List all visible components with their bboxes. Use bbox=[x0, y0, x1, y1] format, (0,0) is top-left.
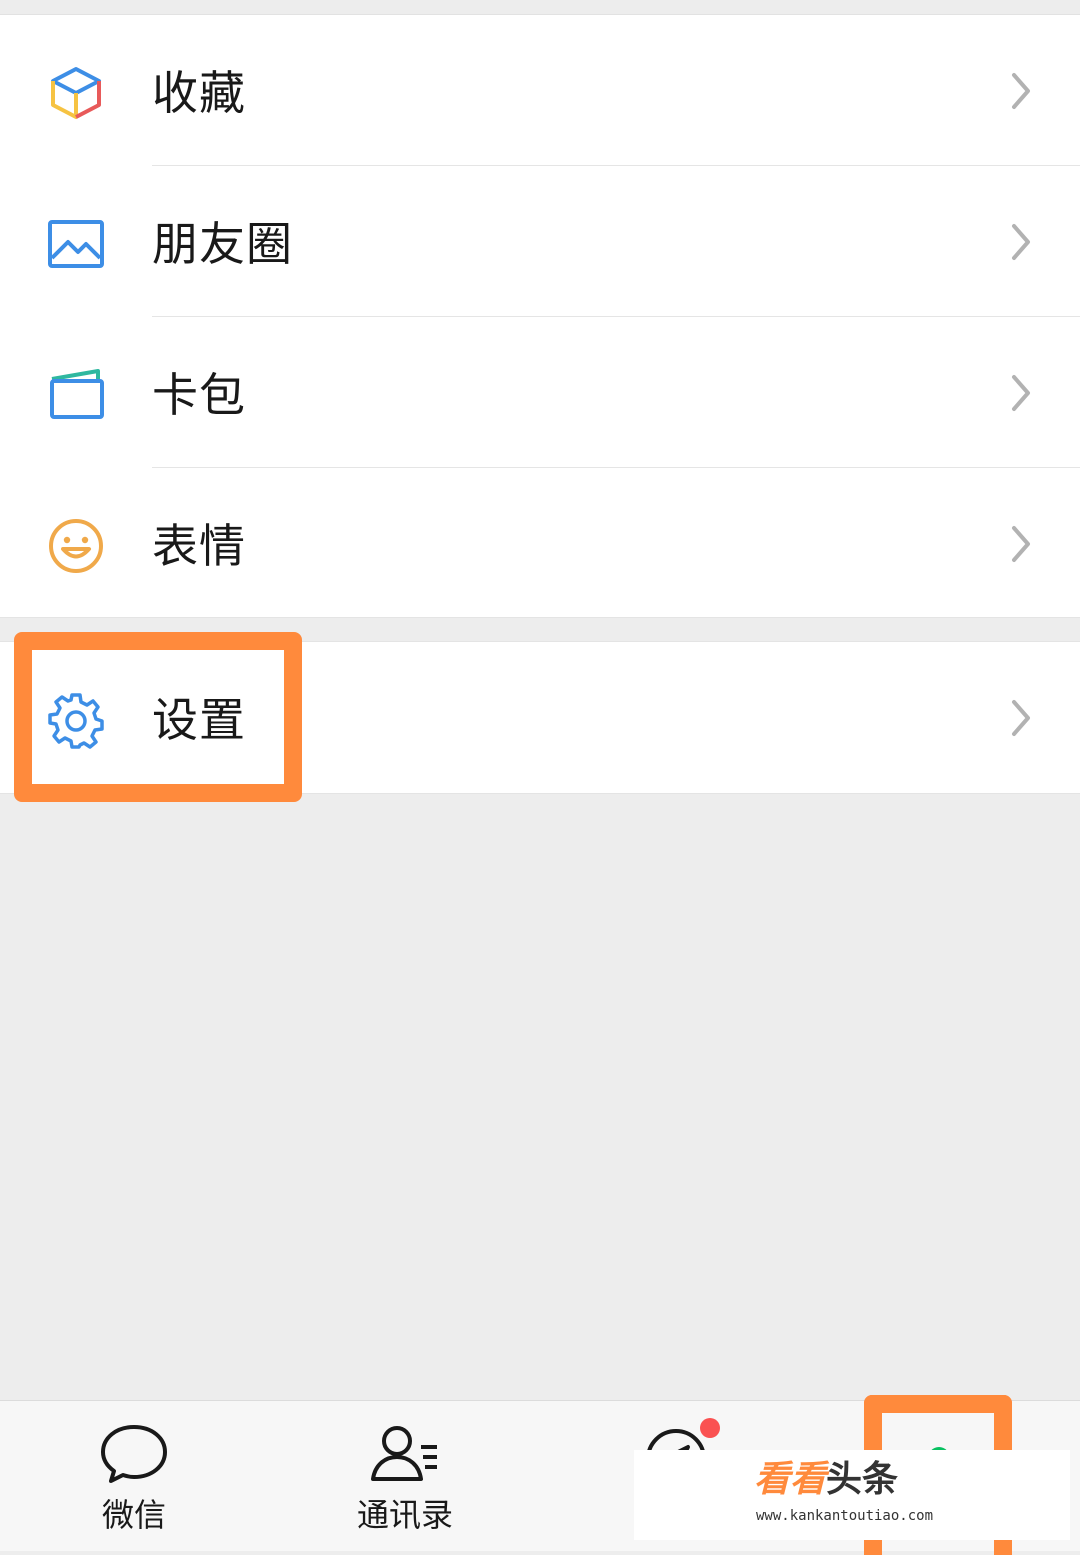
tab-contacts[interactable]: 通讯录 bbox=[325, 1401, 485, 1551]
watermark-brand-a: 看看 bbox=[754, 1459, 827, 1500]
watermark-brand-b: 头条 bbox=[826, 1459, 899, 1500]
menu-item-label: 设置 bbox=[152, 693, 246, 747]
chevron-right-icon bbox=[1012, 700, 1030, 736]
menu-item-label: 收藏 bbox=[152, 66, 246, 120]
menu-item-settings[interactable]: 设置 bbox=[0, 642, 1080, 793]
chevron-right-icon bbox=[1012, 526, 1030, 562]
smiley-face-icon bbox=[49, 519, 103, 573]
tab-chats[interactable]: 微信 bbox=[64, 1401, 204, 1551]
menu-item-label: 表情 bbox=[152, 519, 246, 573]
watermark: 看看头条 www.kankantoutiao.com bbox=[634, 1450, 1070, 1540]
menu-group-main: 收藏 朋友圈 卡包 表情 bbox=[0, 15, 1080, 618]
chevron-right-icon bbox=[1012, 73, 1030, 109]
tab-label: 通讯录 bbox=[356, 1496, 453, 1534]
discover-badge-dot bbox=[700, 1418, 720, 1438]
menu-item-stickers[interactable]: 表情 bbox=[0, 468, 1080, 619]
menu-item-label: 朋友圈 bbox=[152, 217, 293, 271]
tab-label: 微信 bbox=[101, 1496, 166, 1534]
chat-bubble-icon bbox=[101, 1425, 167, 1483]
contacts-icon bbox=[371, 1426, 437, 1481]
chevron-right-icon bbox=[1012, 224, 1030, 260]
menu-item-label: 卡包 bbox=[152, 368, 246, 422]
menu-group-settings: 设置 bbox=[0, 641, 1080, 794]
watermark-brand: 看看头条 bbox=[754, 1456, 898, 1504]
moments-image-icon bbox=[48, 220, 104, 268]
watermark-url: www.kankantoutiao.com bbox=[756, 1508, 934, 1524]
menu-item-moments[interactable]: 朋友圈 bbox=[0, 166, 1080, 317]
menu-item-favorites[interactable]: 收藏 bbox=[0, 15, 1080, 166]
favorites-cube-icon bbox=[51, 67, 101, 119]
card-wallet-icon bbox=[50, 369, 104, 419]
top-gap bbox=[0, 0, 1080, 15]
gear-icon bbox=[48, 693, 104, 749]
menu-item-card-wallet[interactable]: 卡包 bbox=[0, 317, 1080, 468]
chevron-right-icon bbox=[1012, 375, 1030, 411]
